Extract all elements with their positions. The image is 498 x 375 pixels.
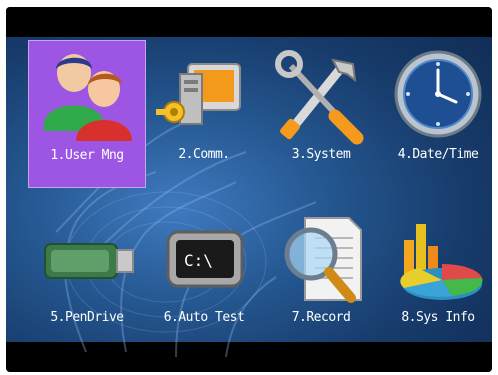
device-screen: 1.User Mng 2.Comm. 3.System 4.Date/Time … (6, 7, 492, 372)
search-document-icon (284, 217, 362, 303)
menu-item-label: 5.PenDrive (50, 310, 124, 325)
top-bar (6, 7, 492, 37)
menu-item-pendrive[interactable]: 5.PenDrive (28, 40, 146, 325)
menu-item-auto-test[interactable]: C:\ 6.Auto Test (145, 40, 263, 325)
charts-icon (400, 224, 483, 300)
menu-item-sys-info[interactable]: 8.Sys Info (379, 40, 492, 325)
svg-text:C:\: C:\ (184, 251, 213, 270)
menu-item-label: 8.Sys Info (401, 310, 475, 325)
menu-item-label: 7.Record (291, 310, 351, 325)
menu-item-record[interactable]: 7.Record (262, 40, 380, 325)
menu-item-label: 6.Auto Test (163, 310, 245, 325)
usb-drive-icon (44, 243, 134, 279)
terminal-icon: C:\ (166, 230, 244, 288)
